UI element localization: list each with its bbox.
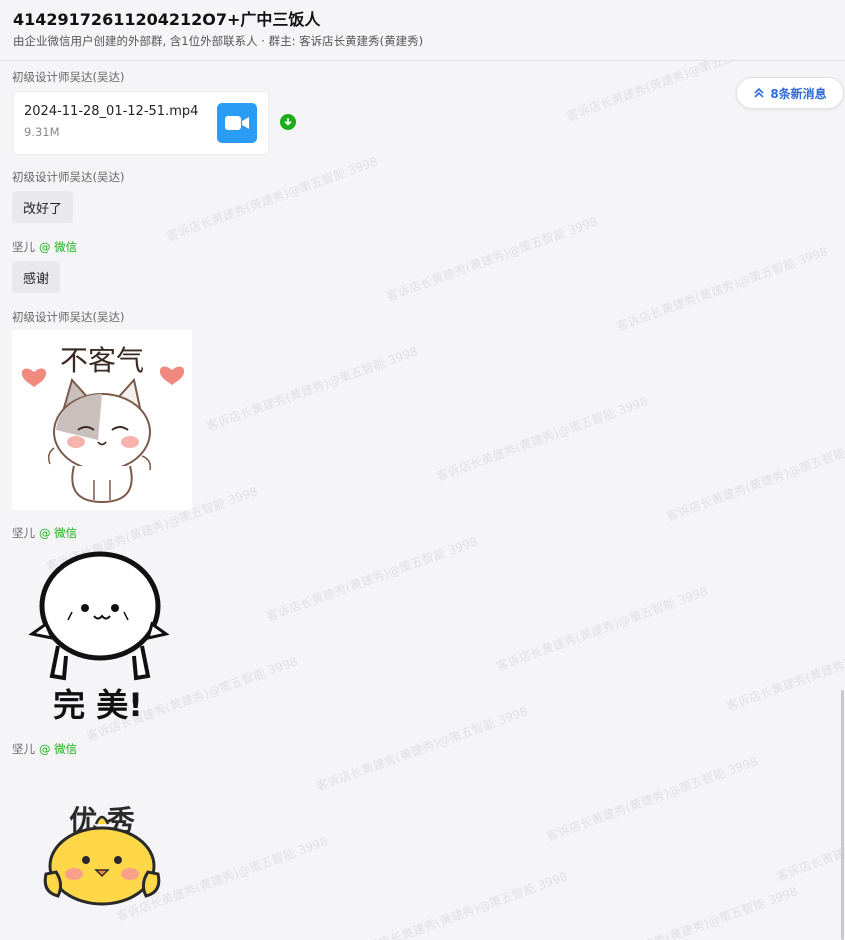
message-sender: 坚儿 @ 微信 [12,741,77,757]
file-size: 9.31M [24,125,60,139]
file-message-card[interactable]: 2024-11-28_01-12-51.mp4 9.31M [13,91,269,155]
sticker-caption: 完 美! [53,686,143,724]
watermark-text: 客诉店长黄建秀(黄建秀)@策五智能 3998 [664,434,845,524]
new-messages-label: 8条新消息 [770,86,827,101]
chat-subtitle: 由企业微信用户创建的外部群, 含1位外部联系人 · 群主: 客诉店长黄建秀(黄建… [13,34,424,48]
watermark-text: 客诉店长黄建秀(黄建秀)@策五智能 3998 [384,214,600,304]
watermark-text: 客诉店长黄建秀(黄建秀)@策五智能 3998 [314,704,530,794]
message-sender: 坚儿 @ 微信 [12,525,77,541]
cat-sticker[interactable]: 不客气 [12,330,192,510]
double-chevron-up-icon [754,87,764,98]
watermark-text: 客诉店长黄建秀(黄建秀)@策五智能 3998 [264,534,480,624]
watermark-text: 客诉店长黄建秀(黄建秀)@策五智能 3998 [354,869,570,940]
text-message-bubble[interactable]: 感谢 [12,261,61,293]
text-message-bubble[interactable]: 改好了 [12,191,74,223]
watermark-text: 客诉店长黄建秀(黄建秀)@策五智能 3998 [434,394,650,484]
file-name: 2024-11-28_01-12-51.mp4 [24,104,199,119]
download-icon[interactable] [280,114,296,130]
chat-header: 41429172611204212О7+广中三饭人 由企业微信用户创建的外部群,… [0,0,845,61]
message-sender: 初级设计师吴达(吴达) [12,310,125,324]
message-sender: 坚儿 @ 微信 [12,239,77,255]
watermark-text: 客诉店长黄建秀(黄建秀)@策五智能 3998 [614,244,830,334]
wechat-source-tag: @ 微信 [39,526,78,540]
chat-title: 41429172611204212О7+广中三饭人 [13,10,321,29]
watermark-text: 客诉店长黄建秀(黄建秀)@策五智能 3998 [724,624,845,714]
watermark-text: 客诉店长黄建秀(黄建秀)@策五智能 3998 [204,344,420,434]
video-camera-icon [217,103,257,143]
wechat-source-tag: @ 微信 [39,742,78,756]
watermark-text: 客诉店长黄建秀(黄建秀)@策五智能 3998 [584,884,800,940]
new-messages-button[interactable]: 8条新消息 [736,77,844,109]
watermark-text: 客诉店长黄建秀(黄建秀)@策五智能 3998 [494,584,710,674]
watermark-text: 客诉店长黄建秀(黄建秀)@策五智能 3998 [544,754,760,844]
round-face-sticker[interactable]: 完 美! [12,546,182,726]
sticker-caption: 不客气 [60,344,144,377]
watermark-text: 客诉店长黄建秀(黄建秀)@策五智能 3998 [164,154,380,244]
sender-name: 坚儿 [12,240,35,254]
message-sender: 初级设计师吴达(吴达) [12,170,125,184]
sender-name: 坚儿 [12,526,35,540]
watermark-text: 客诉店长黄建秀(黄建秀)@策五智能 3998 [774,794,845,884]
sender-name: 坚儿 [12,742,35,756]
chick-sticker[interactable]: 优 秀 [12,780,182,910]
scrollbar[interactable] [841,690,844,940]
message-sender: 初级设计师吴达(吴达) [12,70,125,84]
wechat-source-tag: @ 微信 [39,240,78,254]
